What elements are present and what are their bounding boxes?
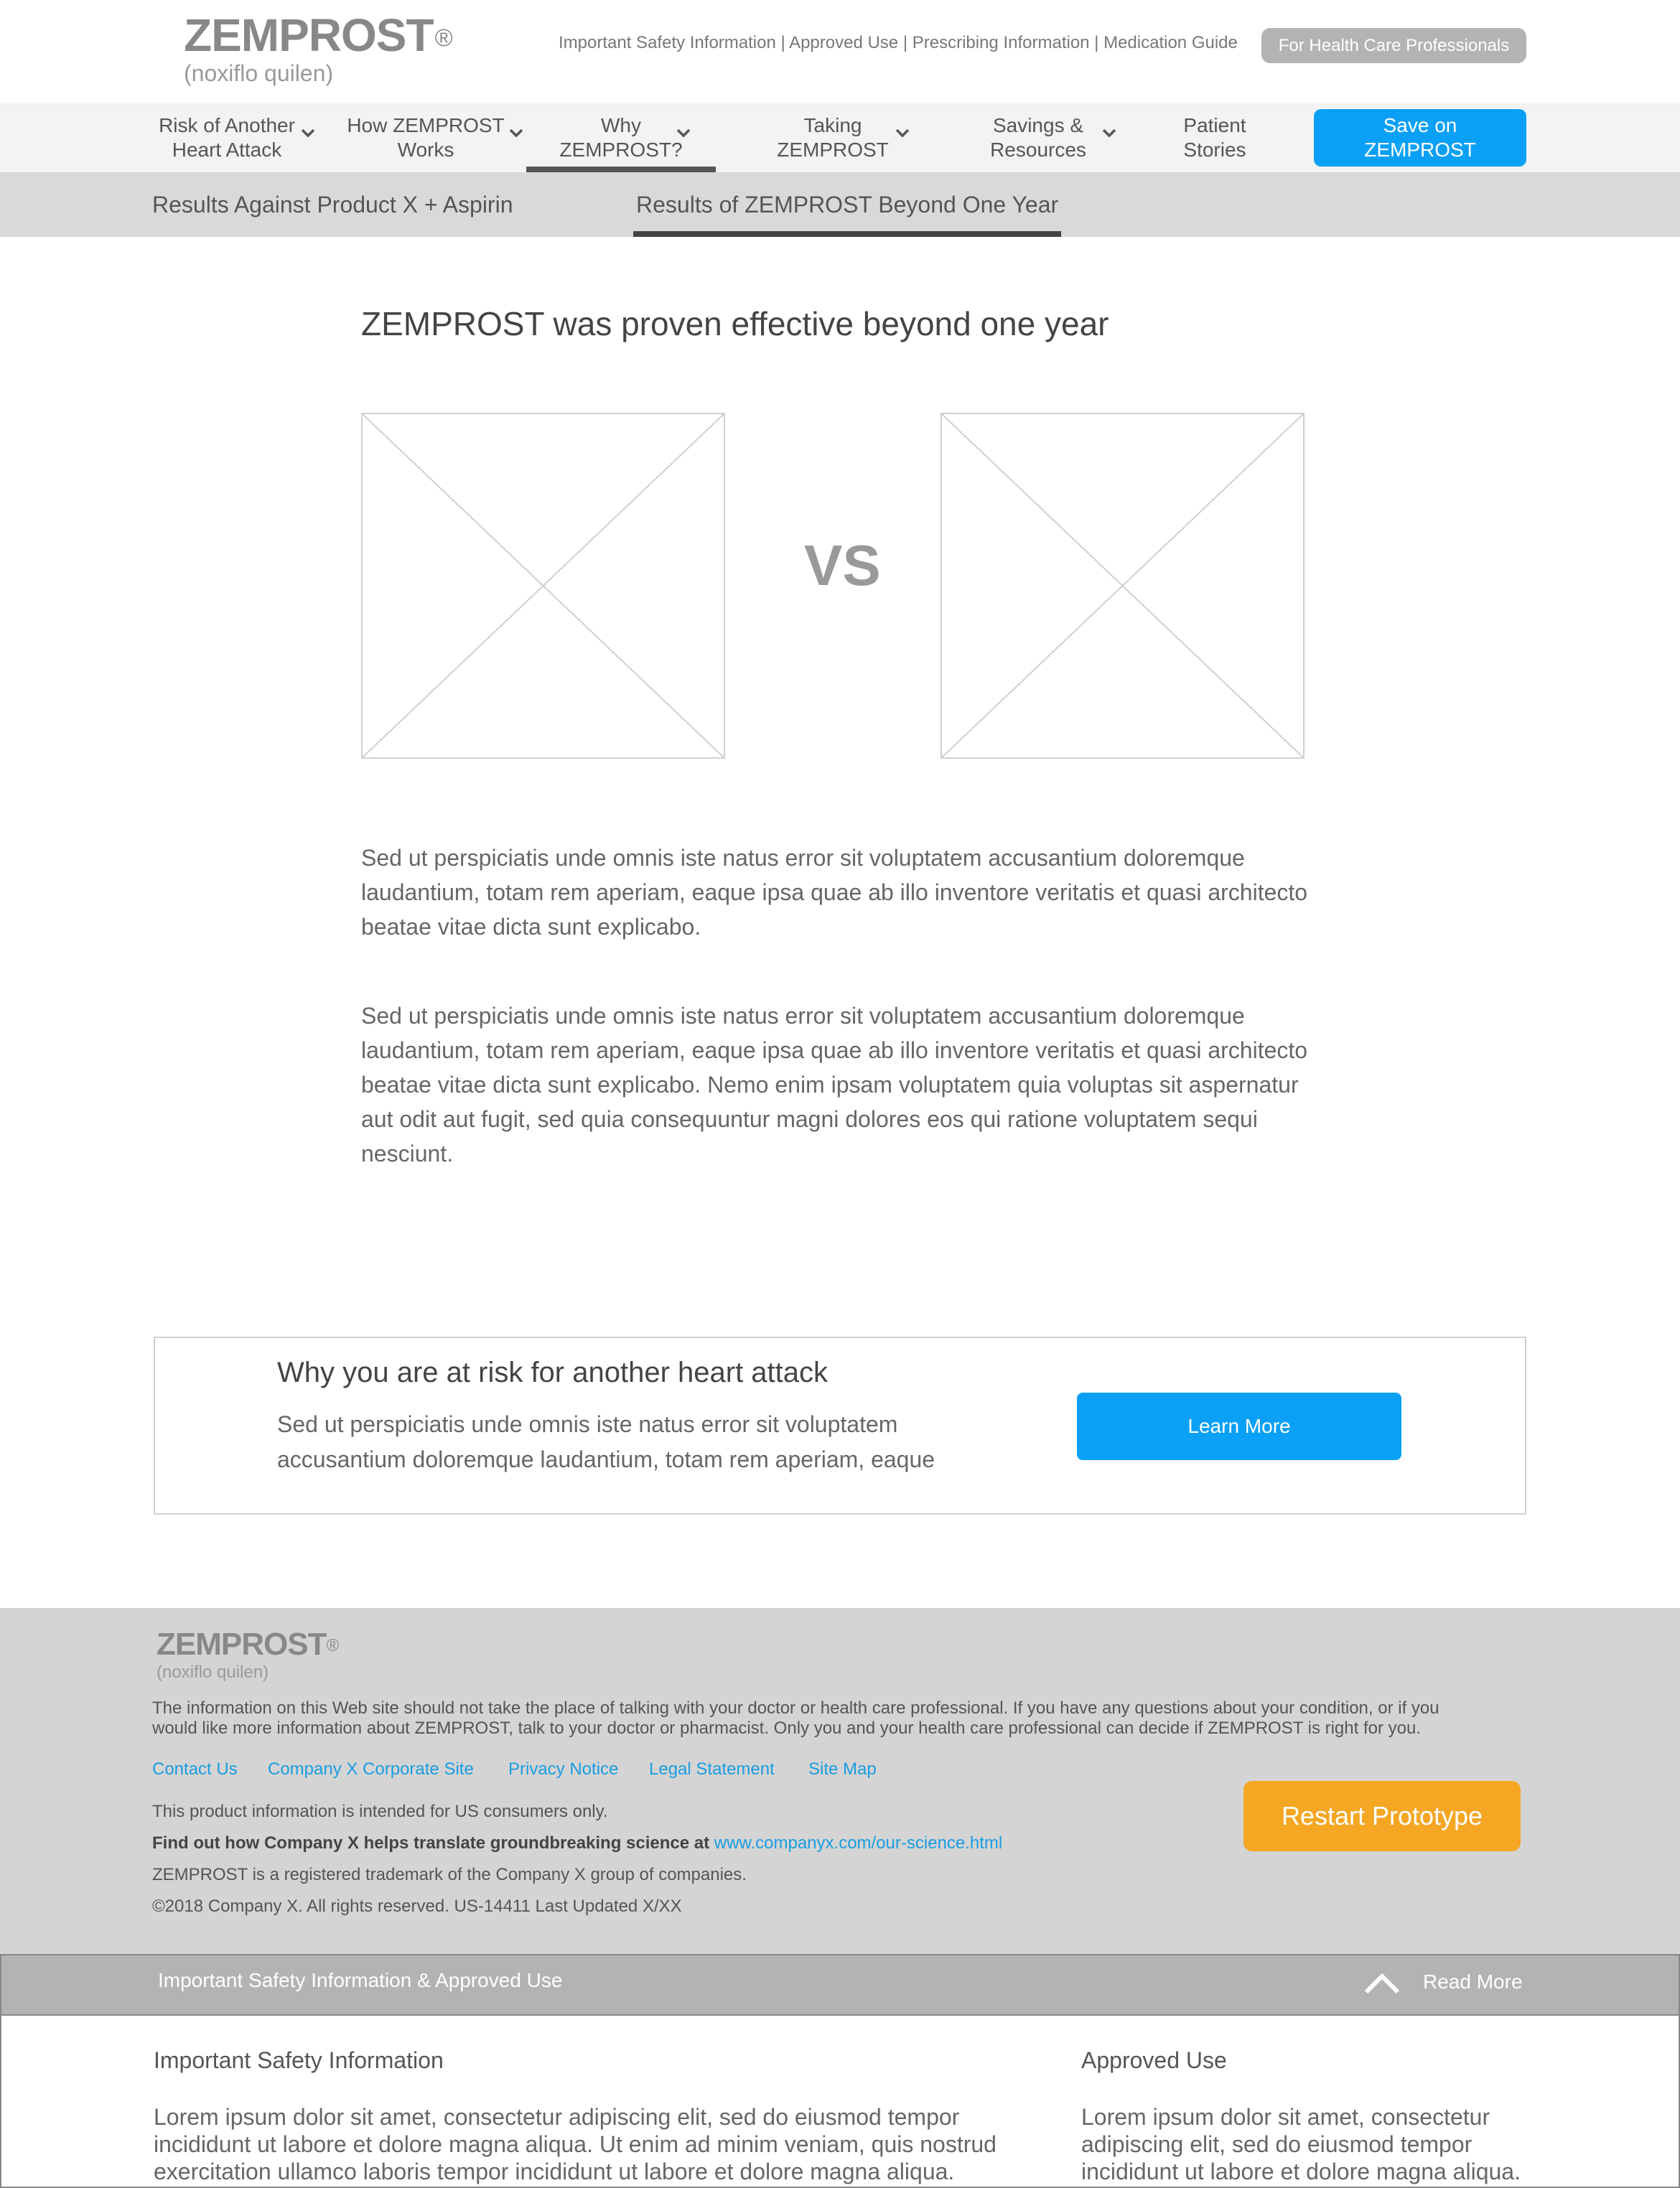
footer-trademark: ZEMPROST is a registered trademark of th… [152,1865,747,1884]
hcp-button[interactable]: For Health Care Professionals [1261,28,1526,63]
link-approved-use[interactable]: Approved Use [789,33,898,52]
cta-text: Sed ut perspiciatis unde omnis iste natu… [277,1411,935,1472]
image-placeholder-icon [941,413,1304,758]
nav-label: Taking ZEMPROST [777,114,889,161]
nav-item-patient-stories[interactable]: Patient Stories [1165,103,1265,172]
chevron-up-icon[interactable] [1363,1969,1401,1998]
footer-science-link[interactable]: www.companyx.com/our-science.html [714,1833,1002,1853]
footer-link-contact[interactable]: Contact Us [152,1759,238,1780]
image-placeholder-left [361,413,725,759]
link-separator: | [1089,33,1104,52]
nav-label: Patient Stories [1183,114,1246,161]
brand-name: ZEMPROST® [184,9,453,61]
nav-label: Risk of Another Heart Attack [159,114,295,161]
footer-disclaimer: The information on this Web site should … [152,1698,1439,1738]
chevron-down-icon [1102,128,1116,138]
subtab-results-product-x[interactable]: Results Against Product X + Aspirin [152,172,513,237]
chevron-down-icon [509,128,523,138]
link-medication-guide[interactable]: Medication Guide [1103,33,1238,52]
image-placeholder-icon [362,413,724,758]
nav-label: Why ZEMPROST? [559,114,683,161]
nav-item-why[interactable]: Why ZEMPROST? [526,103,716,172]
restart-prototype-button[interactable]: Restart Prototype [1243,1781,1521,1851]
nav-item-taking[interactable]: Taking ZEMPROST [768,103,910,172]
read-more-button[interactable]: Read More [1423,1970,1523,1993]
brand-logo[interactable]: ZEMPROST® (noxiflo quilen) [184,9,453,86]
learn-more-button[interactable]: Learn More [1077,1393,1401,1460]
footer-brand-logo: ZEMPROST® (noxiflo quilen) [157,1627,339,1683]
body-paragraph: Sed ut perspiciatis unde omnis iste natu… [361,845,1308,940]
link-important-safety-info[interactable]: Important Safety Information [559,33,776,52]
nav-label: Savings & Resources [990,114,1086,161]
nav-item-how-works[interactable]: How ZEMPROST Works [345,103,523,172]
nav-item-savings[interactable]: Savings & Resources [981,103,1116,172]
footer-science: Find out how Company X helps translate g… [152,1833,1002,1853]
chevron-down-icon [301,128,315,138]
chevron-down-icon [676,128,691,138]
footer-us-only: This product information is intended for… [152,1802,608,1821]
brand-generic-name: (noxiflo quilen) [184,60,334,86]
footer-brand-generic-name: (noxiflo quilen) [157,1663,269,1682]
vs-label: VS [804,533,881,597]
nav-label: How ZEMPROST Works [347,114,505,161]
subtab-results-beyond-one-year[interactable]: Results of ZEMPROST Beyond One Year [633,172,1062,237]
link-separator: | [775,33,790,52]
footer-copyright: ©2018 Company X. All rights reserved. US… [152,1897,682,1916]
link-prescribing-info[interactable]: Prescribing Information [913,33,1090,52]
isi-bar-title: Important Safety Information & Approved … [158,1969,563,1991]
utility-links: Important Safety Information | Approved … [559,33,1238,53]
sub-nav: Results Against Product X + Aspirin Resu… [0,172,1680,237]
isi-text: Lorem ipsum dolor sit amet, consectetur … [154,2104,997,2184]
body-paragraph: Sed ut perspiciatis unde omnis iste natu… [361,1003,1308,1167]
save-on-zemprost-button[interactable]: Save on ZEMPROST [1314,109,1526,167]
image-placeholder-right [941,413,1305,759]
nav-item-risk[interactable]: Risk of Another Heart Attack [148,103,315,172]
approved-use-text: Lorem ipsum dolor sit amet, consectetur … [1081,2104,1521,2184]
link-separator: | [898,33,913,52]
page-title: ZEMPROST was proven effective beyond one… [361,305,1109,342]
cta-title: Why you are at risk for another heart at… [277,1357,829,1388]
registered-mark: ® [434,24,453,52]
isi-heading: Important Safety Information [154,2047,444,2073]
footer-link-privacy[interactable]: Privacy Notice [508,1759,618,1780]
chevron-down-icon [895,128,910,138]
footer-link-legal[interactable]: Legal Statement [649,1759,775,1780]
footer-link-sitemap[interactable]: Site Map [808,1759,877,1780]
approved-use-heading: Approved Use [1081,2047,1227,2073]
footer-link-corporate[interactable]: Company X Corporate Site [268,1759,474,1780]
footer-science-text: Find out how Company X helps translate g… [152,1833,710,1853]
footer-brand-name: ZEMPROST® [157,1627,339,1662]
registered-mark: ® [326,1636,339,1655]
